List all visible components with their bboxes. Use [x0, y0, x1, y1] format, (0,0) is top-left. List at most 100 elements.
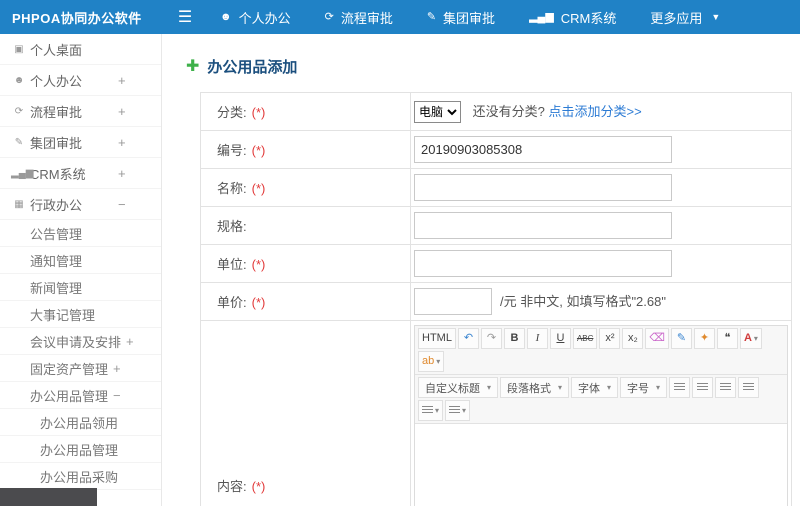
align-justify-button[interactable] — [738, 377, 760, 398]
sidebar-bottom-partial-item[interactable] — [0, 488, 97, 506]
sidebar-item-label: 新闻管理 — [30, 280, 83, 296]
add-category-link[interactable]: 点击添加分类>> — [548, 104, 641, 119]
nav-item-personal-office[interactable]: ☻ 个人办公 — [220, 8, 291, 27]
sidebar-item-label: 办公用品采购 — [40, 469, 119, 485]
bold-button[interactable]: B — [503, 328, 525, 349]
caret-down-icon: ▾ — [436, 356, 441, 366]
spec-input[interactable] — [414, 212, 672, 239]
expand-icon: + — [126, 333, 134, 349]
font-family-select[interactable]: 字体 ▾ — [571, 377, 619, 398]
sidebar-item-label: 公告管理 — [30, 226, 83, 242]
sidebar-item-announcement-management[interactable]: 公告管理 — [0, 220, 161, 247]
italic-button[interactable]: I — [526, 328, 548, 349]
sidebar-item-memorabilia-management[interactable]: 大事记管理 — [0, 301, 161, 328]
nav-label: 更多应用 — [650, 10, 703, 26]
eraser-icon[interactable]: ⌫ — [645, 328, 669, 349]
form-row-content: 内容: (*) HTML ↶ ↷ B I U ABC x² x₂ ⌫ ✎ ✦ ❝… — [200, 320, 792, 506]
collapse-icon: − — [113, 387, 121, 403]
format-painter-icon[interactable]: ✎ — [670, 328, 692, 349]
form-row-unit: 单位: (*) — [200, 244, 792, 283]
price-input[interactable] — [414, 288, 492, 315]
highlight-color-button[interactable]: ab ▾ — [418, 351, 445, 372]
sidebar-item-label: 大事记管理 — [30, 307, 96, 323]
sidebar: ▣ 个人桌面 ☻ 个人办公 + ⟳ 流程审批 + ✎ 集团审批 + ▂▄▆ CR… — [0, 34, 162, 506]
redo-icon[interactable]: ↷ — [480, 328, 502, 349]
ordered-list-button[interactable]: ▾ — [418, 400, 444, 421]
sidebar-item-news-management[interactable]: 新闻管理 — [0, 274, 161, 301]
paragraph-format-select[interactable]: 段落格式 ▾ — [500, 377, 570, 398]
nav-item-more-apps[interactable]: 更多应用 ▼ — [650, 8, 720, 27]
sidebar-item-meeting-request[interactable]: 会议申请及安排 + — [0, 328, 161, 355]
sidebar-item-office-supplies-manage[interactable]: 办公用品管理 — [0, 436, 161, 463]
sidebar-item-office-supplies-purchase[interactable]: 办公用品采购 — [0, 463, 161, 490]
nav-item-crm-system[interactable]: ▂▄▆ CRM系统 — [529, 8, 616, 27]
name-input[interactable] — [414, 174, 672, 201]
form-row-category: 分类: (*) 电脑 还没有分类? 点击添加分类>> — [200, 92, 792, 131]
align-left-button[interactable] — [669, 377, 691, 398]
subscript-button[interactable]: x₂ — [622, 328, 644, 349]
sidebar-item-notice-management[interactable]: 通知管理 — [0, 247, 161, 274]
align-center-button[interactable] — [692, 377, 714, 398]
ordered-list-icon — [422, 406, 433, 415]
superscript-button[interactable]: x² — [599, 328, 621, 349]
autoformat-icon[interactable]: ✦ — [693, 328, 715, 349]
caret-down-icon: ▾ — [656, 383, 661, 392]
sidebar-item-crm-system[interactable]: ▂▄▆ CRM系统 + — [0, 158, 161, 189]
strikethrough-button[interactable]: ABC — [572, 328, 598, 349]
sidebar-item-fixed-assets[interactable]: 固定资产管理 + — [0, 355, 161, 382]
sidebar-item-label: 办公用品领用 — [40, 415, 119, 431]
editor-toolbar-row2: 自定义标题 ▾ 段落格式 ▾ 字体 ▾ 字号 ▾ ▾ ▾ — [415, 375, 787, 424]
sidebar-item-label: 办公用品管理 — [30, 388, 109, 404]
custom-style-label: 自定义标题 — [425, 382, 480, 395]
rich-text-editor: HTML ↶ ↷ B I U ABC x² x₂ ⌫ ✎ ✦ ❝ A ▾ ab … — [414, 325, 788, 506]
nav-item-group-approval[interactable]: ✎ 集团审批 — [427, 8, 495, 27]
align-right-button[interactable] — [715, 377, 737, 398]
sidebar-item-label: 通知管理 — [30, 253, 83, 269]
sidebar-item-label: 办公用品管理 — [40, 442, 119, 458]
name-label: 名称: (*) — [200, 168, 411, 207]
briefcase-icon: ▦ — [14, 198, 24, 210]
undo-icon[interactable]: ↶ — [457, 328, 479, 349]
sidebar-item-personal-office[interactable]: ☻ 个人办公 + — [0, 65, 161, 96]
sidebar-item-admin-office[interactable]: ▦ 行政办公 − — [0, 189, 161, 220]
custom-style-select[interactable]: 自定义标题 ▾ — [418, 377, 499, 398]
category-select[interactable]: 电脑 — [414, 100, 461, 123]
unit-label: 单位: (*) — [200, 244, 411, 283]
sidebar-item-personal-desktop[interactable]: ▣ 个人桌面 — [0, 34, 161, 65]
nav-item-process-approval[interactable]: ⟳ 流程审批 — [325, 8, 393, 27]
editor-toolbar-row1: HTML ↶ ↷ B I U ABC x² x₂ ⌫ ✎ ✦ ❝ A ▾ ab … — [415, 326, 787, 375]
font-color-button[interactable]: A ▾ — [739, 328, 762, 349]
nav-label: 个人办公 — [238, 10, 291, 26]
caret-down-icon: ▾ — [607, 383, 612, 392]
sidebar-item-label: 会议申请及安排 — [30, 334, 122, 350]
required-mark: (*) — [251, 105, 266, 120]
menu-toggle-button[interactable]: ☰ — [162, 7, 208, 27]
sidebar-item-office-supplies-management[interactable]: 办公用品管理 − — [0, 382, 161, 409]
align-right-icon — [720, 383, 732, 392]
underline-button[interactable]: U — [549, 328, 571, 349]
number-input[interactable] — [414, 136, 672, 163]
expand-icon: + — [118, 134, 126, 150]
align-left-icon — [674, 383, 686, 392]
blockquote-icon[interactable]: ❝ — [716, 328, 738, 349]
required-mark: (*) — [251, 478, 266, 494]
sidebar-item-office-supplies-claim[interactable]: 办公用品领用 — [0, 409, 161, 436]
html-mode-button[interactable]: HTML — [418, 328, 456, 349]
form-row-price: 单价: (*) /元 非中文, 如填写格式"2.68" — [200, 282, 792, 321]
spec-label: 规格: — [200, 206, 411, 245]
editor-content-area[interactable] — [415, 424, 787, 506]
sidebar-item-group-approval[interactable]: ✎ 集团审批 + — [0, 127, 161, 158]
process-icon: ⟳ — [14, 105, 24, 117]
align-justify-icon — [743, 383, 755, 392]
font-size-select[interactable]: 字号 ▾ — [620, 377, 668, 398]
font-size-label: 字号 — [627, 382, 650, 395]
page-title: ✚ 办公用品添加 — [186, 56, 800, 77]
edit-icon: ✎ — [426, 10, 437, 23]
category-hint: 还没有分类? — [472, 103, 545, 119]
unit-input[interactable] — [414, 250, 672, 277]
align-center-icon — [697, 383, 709, 392]
sidebar-item-process-approval[interactable]: ⟳ 流程审批 + — [0, 96, 161, 127]
nav-label: CRM系统 — [560, 10, 617, 26]
sidebar-item-label: CRM系统 — [30, 166, 86, 182]
unordered-list-button[interactable]: ▾ — [445, 400, 471, 421]
